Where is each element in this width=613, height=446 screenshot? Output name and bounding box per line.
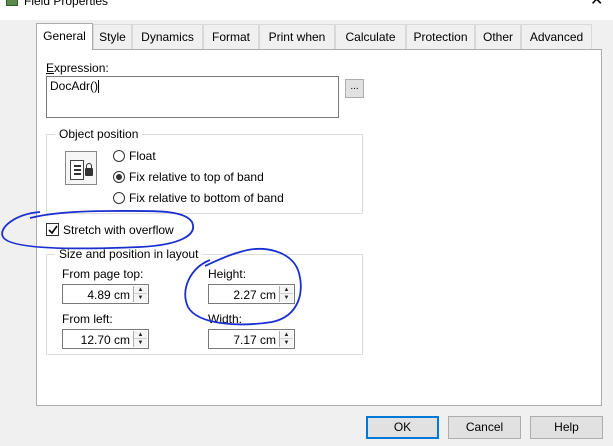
from-left-label: From left: (62, 312, 113, 326)
width-value: 7.17 cm (233, 333, 276, 347)
increment-icon[interactable]: ▲ (134, 331, 147, 339)
stepper-buttons: ▲ ▼ (133, 286, 147, 302)
general-tab-panel: Expression: DocAdr() ... Object position… (36, 49, 602, 406)
expression-value: DocAdr() (50, 79, 99, 93)
browse-expression-button[interactable]: ... (345, 79, 364, 98)
width-stepper[interactable]: 7.17 cm ▲ ▼ (208, 329, 295, 349)
expression-label: Expression: (46, 61, 109, 75)
from-page-top-value: 4.89 cm (87, 288, 130, 302)
band-page-shape (70, 160, 84, 180)
tab-format[interactable]: Format (203, 24, 259, 49)
height-stepper[interactable]: 2.27 cm ▲ ▼ (208, 284, 295, 304)
stepper-buttons: ▲ ▼ (279, 331, 293, 347)
band-line (74, 173, 81, 175)
size-position-group: Size and position in layout From page to… (46, 247, 363, 355)
increment-icon[interactable]: ▲ (280, 286, 293, 294)
close-icon[interactable]: ✕ (590, 0, 603, 10)
band-line (74, 169, 81, 171)
from-left-value: 12.70 cm (80, 333, 130, 347)
increment-icon[interactable]: ▲ (280, 331, 293, 339)
increment-icon[interactable]: ▲ (134, 286, 147, 294)
title-bar: Field Properties ✕ (0, 0, 613, 20)
ok-button[interactable]: OK (366, 416, 439, 439)
cancel-button[interactable]: Cancel (448, 416, 521, 439)
check-icon (48, 225, 58, 235)
tab-style[interactable]: Style (93, 24, 132, 49)
radio-float[interactable] (113, 150, 125, 162)
from-page-top-label: From page top: (62, 267, 144, 281)
radio-fix-top[interactable] (113, 171, 125, 183)
radio-float-label[interactable]: Float (129, 149, 156, 163)
radio-fix-bottom-label[interactable]: Fix relative to bottom of band (129, 191, 284, 205)
decrement-icon[interactable]: ▼ (134, 339, 147, 347)
lock-icon (85, 168, 93, 176)
help-button[interactable]: Help (530, 416, 603, 439)
height-label: Height: (208, 267, 247, 281)
object-position-title: Object position (55, 127, 143, 141)
from-page-top-stepper[interactable]: 4.89 cm ▲ ▼ (62, 284, 149, 304)
tab-other[interactable]: Other (475, 24, 521, 49)
decrement-icon[interactable]: ▼ (280, 339, 293, 347)
tab-general[interactable]: General (36, 23, 93, 50)
object-position-group: Object position Float Fix relative to to… (46, 127, 363, 214)
decrement-icon[interactable]: ▼ (134, 294, 147, 302)
tab-calculate[interactable]: Calculate (335, 24, 406, 49)
text-caret (98, 80, 100, 94)
radio-fix-bottom[interactable] (113, 192, 125, 204)
stretch-label[interactable]: Stretch with overflow (63, 223, 174, 237)
app-icon (6, 0, 18, 6)
window-title: Field Properties (24, 0, 109, 8)
width-label: Width: (208, 312, 243, 326)
band-line (74, 165, 81, 167)
tab-print-when[interactable]: Print when (259, 24, 335, 49)
tab-dynamics[interactable]: Dynamics (132, 24, 203, 49)
expression-label-rest: xpression: (54, 61, 109, 75)
stepper-buttons: ▲ ▼ (133, 331, 147, 347)
stepper-buttons: ▲ ▼ (279, 286, 293, 302)
position-band-icon (65, 151, 97, 185)
stretch-checkbox[interactable] (46, 223, 59, 236)
size-position-title: Size and position in layout (55, 247, 203, 261)
decrement-icon[interactable]: ▼ (280, 294, 293, 302)
expression-input[interactable]: DocAdr() (46, 76, 339, 118)
height-value: 2.27 cm (233, 288, 276, 302)
radio-fix-top-label[interactable]: Fix relative to top of band (129, 170, 264, 184)
tab-protection[interactable]: Protection (406, 24, 475, 49)
from-left-stepper[interactable]: 12.70 cm ▲ ▼ (62, 329, 149, 349)
tab-advanced[interactable]: Advanced (521, 24, 592, 49)
